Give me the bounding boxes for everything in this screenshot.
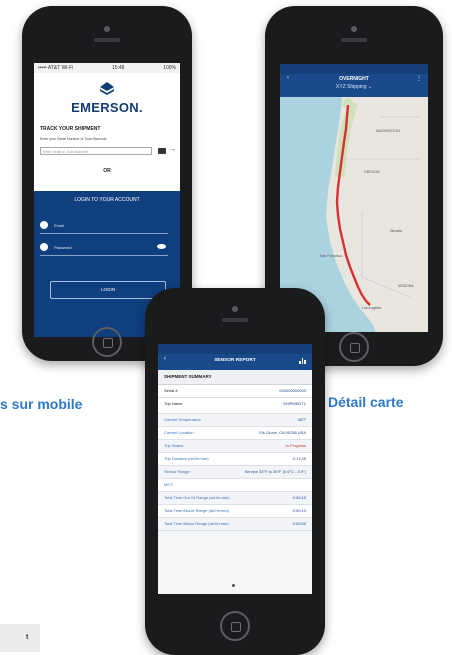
password-field[interactable]: Password bbox=[40, 241, 168, 256]
or-divider: OR bbox=[103, 168, 111, 174]
front-camera bbox=[232, 306, 238, 312]
bar-chart-icon[interactable] bbox=[299, 358, 306, 364]
table-row: Current Temperature 38°F bbox=[158, 414, 312, 427]
map-header: ‹ OVERNIGHT XYZ Shipping ⌄ ⋮ bbox=[280, 64, 428, 97]
row-label: MKT: bbox=[164, 482, 174, 487]
status-bar: ••••• AT&T Wi-Fi 15:48 100% bbox=[34, 63, 180, 73]
row-label: Current Location bbox=[164, 430, 194, 435]
table-row: Current Location Elk Grove, CA 95758 USA bbox=[158, 427, 312, 440]
login-button[interactable]: LOGIN bbox=[50, 281, 166, 299]
caption-map-detail: Détail carte bbox=[328, 394, 404, 410]
front-camera bbox=[104, 26, 110, 32]
table-row: Trip Status In Progress bbox=[158, 440, 312, 453]
login-title: LOGIN TO YOUR ACCOUNT bbox=[74, 197, 140, 203]
email-field[interactable]: Email bbox=[40, 219, 168, 234]
eye-icon[interactable] bbox=[157, 244, 166, 249]
table-row: MKT: bbox=[158, 479, 312, 492]
home-button bbox=[339, 332, 369, 362]
section-title: SHIPMENT SUMMARY bbox=[158, 370, 312, 385]
label-nevada: Nevada bbox=[390, 229, 402, 233]
password-label: Password bbox=[54, 245, 72, 250]
row-value: SHIPMENT1 bbox=[283, 401, 306, 406]
row-value: 0:00:00 bbox=[292, 521, 306, 526]
page-indicator bbox=[232, 584, 235, 587]
status-time: 15:48 bbox=[111, 65, 125, 71]
row-value: Elk Grove, CA 95758 USA bbox=[259, 430, 306, 435]
track-title: TRACK YOUR SHIPMENT bbox=[40, 126, 101, 132]
table-row: Sensor Range Service 33°F to 39°F (0.6°C … bbox=[158, 466, 312, 479]
email-label: Email bbox=[54, 223, 65, 228]
track-subtitle: Enter your Serial Number or Scan Barcode bbox=[40, 137, 107, 141]
home-button bbox=[220, 611, 250, 641]
label-arizona: ARIZONA bbox=[398, 284, 414, 288]
front-camera bbox=[351, 26, 357, 32]
label-los-angeles: Los Angeles bbox=[362, 306, 381, 310]
label-washington: WASHINGTON bbox=[376, 129, 400, 133]
report-title: SENSOR REPORT bbox=[214, 358, 256, 363]
row-value: 0:17:45 bbox=[292, 456, 306, 461]
label-san-francisco: San Francisco bbox=[320, 254, 342, 258]
user-icon bbox=[40, 221, 48, 229]
camera-icon[interactable] bbox=[158, 148, 166, 154]
table-row: Total Time Above Range (dd:hh:mm) 0:00:10 bbox=[158, 505, 312, 518]
row-label: Sensor Range bbox=[164, 469, 190, 474]
row-value: In Progress bbox=[285, 443, 306, 448]
lock-icon bbox=[40, 243, 48, 251]
status-battery: 100% bbox=[163, 65, 176, 71]
row-value: 000000000000 bbox=[279, 388, 306, 393]
table-row: Total Time Below Range (dd:hh:mm) 0:00:00 bbox=[158, 518, 312, 531]
row-label: Trip Name bbox=[164, 401, 183, 406]
row-value: Service 33°F to 39°F (0.6°C - 3.9°) bbox=[244, 469, 306, 474]
row-label: Serial # bbox=[164, 388, 178, 393]
row-label: Total Time Above Range (dd:hh:mm) bbox=[164, 508, 229, 513]
report-screen: ‹ SENSOR REPORT SHIPMENT SUMMARY Serial … bbox=[158, 344, 312, 594]
row-label: Current Temperature bbox=[164, 417, 201, 422]
speaker-grille bbox=[222, 318, 248, 322]
emerson-logo-icon bbox=[100, 82, 114, 95]
table-row: Total Time Out Of Range (dd:hh:mm) 0:00:1… bbox=[158, 492, 312, 505]
report-phone: ‹ SENSOR REPORT SHIPMENT SUMMARY Serial … bbox=[145, 288, 325, 655]
table-row: Trip Duration (dd:hh:mm) 0:17:45 bbox=[158, 453, 312, 466]
table-row: Serial # 000000000000 bbox=[158, 385, 312, 398]
map-title: OVERNIGHT bbox=[339, 76, 369, 82]
row-value: 0:00:10 bbox=[292, 508, 306, 513]
label-oregon: OREGON bbox=[364, 170, 380, 174]
status-bar bbox=[158, 344, 312, 354]
summary-table: Serial # 000000000000 Trip Name SHIPMENT1 Cu… bbox=[158, 385, 312, 531]
row-label: Total Time Below Range (dd:hh:mm) bbox=[164, 521, 229, 526]
serial-input[interactable]: Enter Serial or Scan Barcode bbox=[40, 147, 152, 155]
status-carrier: ••••• AT&T Wi-Fi bbox=[38, 65, 74, 71]
arrow-right-icon[interactable]: → bbox=[169, 146, 176, 153]
menu-icon[interactable]: ⋮ bbox=[416, 75, 422, 82]
speaker-grille bbox=[341, 38, 367, 42]
brand-logo-text: EMERSON. bbox=[71, 100, 143, 115]
report-header: ‹ SENSOR REPORT bbox=[158, 344, 312, 370]
row-label: Trip Duration (dd:hh:mm) bbox=[164, 456, 209, 461]
tab-fragment[interactable]: t bbox=[0, 624, 40, 652]
row-value: 0:00:10 bbox=[292, 495, 306, 500]
table-row: Trip Name SHIPMENT1 bbox=[158, 398, 312, 414]
caption-mobile: s sur mobile bbox=[0, 396, 83, 412]
row-label: Total Time Out Of Range (dd:hh:mm) bbox=[164, 495, 230, 500]
speaker-grille bbox=[94, 38, 120, 42]
carrier-selector[interactable]: XYZ Shipping ⌄ bbox=[280, 84, 428, 90]
status-bar bbox=[280, 64, 428, 74]
home-button bbox=[92, 327, 122, 357]
row-value: 38°F bbox=[297, 417, 307, 422]
row-label: Trip Status bbox=[164, 443, 184, 448]
